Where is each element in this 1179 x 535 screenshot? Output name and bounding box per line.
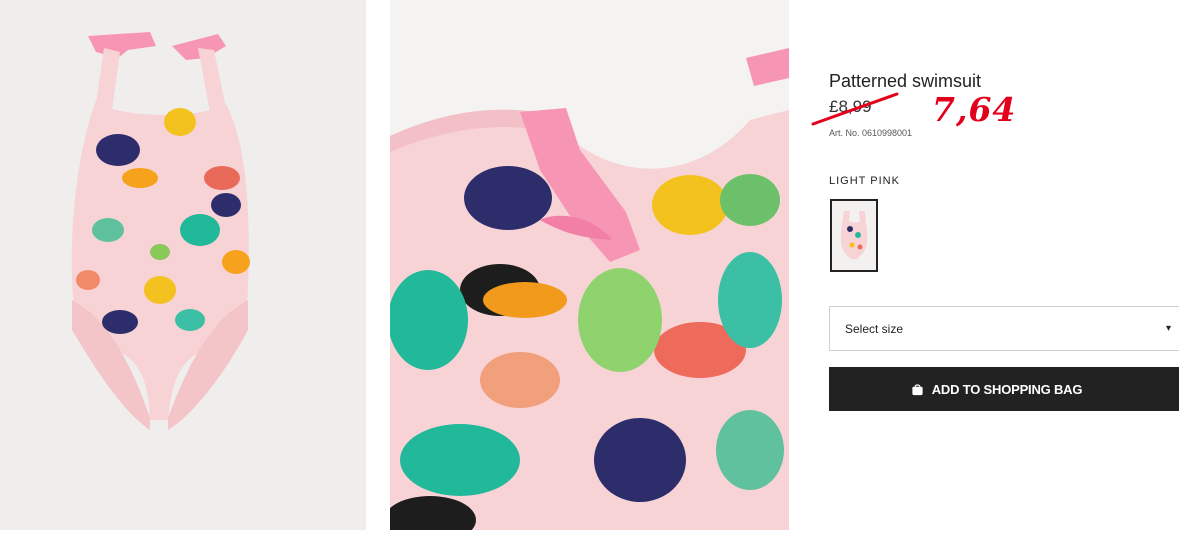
chevron-down-icon: ▾ bbox=[1165, 323, 1171, 334]
swimsuit-illustration bbox=[71, 32, 250, 430]
sale-price: 7,64 bbox=[932, 90, 1017, 129]
add-to-shopping-bag-button[interactable]: ADD TO SHOPPING BAG bbox=[829, 367, 1179, 411]
add-to-bag-label: ADD TO SHOPPING BAG bbox=[931, 381, 1083, 397]
shopping-bag-icon bbox=[912, 383, 923, 395]
swatch-thumbnail-icon bbox=[840, 211, 868, 259]
color-swatch-light-pink[interactable] bbox=[830, 199, 878, 272]
size-select-label: Select size bbox=[845, 322, 904, 336]
size-select[interactable]: Select size ▾ bbox=[829, 306, 1179, 351]
product-info-panel: Patterned swimsuit £8,99 7,64 Art. No. 0… bbox=[811, 0, 1179, 535]
article-number: Art. No. 0610998001 bbox=[829, 128, 913, 138]
color-name: LIGHT PINK bbox=[829, 175, 900, 187]
product-image-detail[interactable] bbox=[390, 0, 789, 530]
product-image-main[interactable] bbox=[0, 0, 366, 530]
swimsuit-closeup-illustration bbox=[390, 48, 789, 530]
price-strikethrough-mark bbox=[811, 92, 899, 126]
